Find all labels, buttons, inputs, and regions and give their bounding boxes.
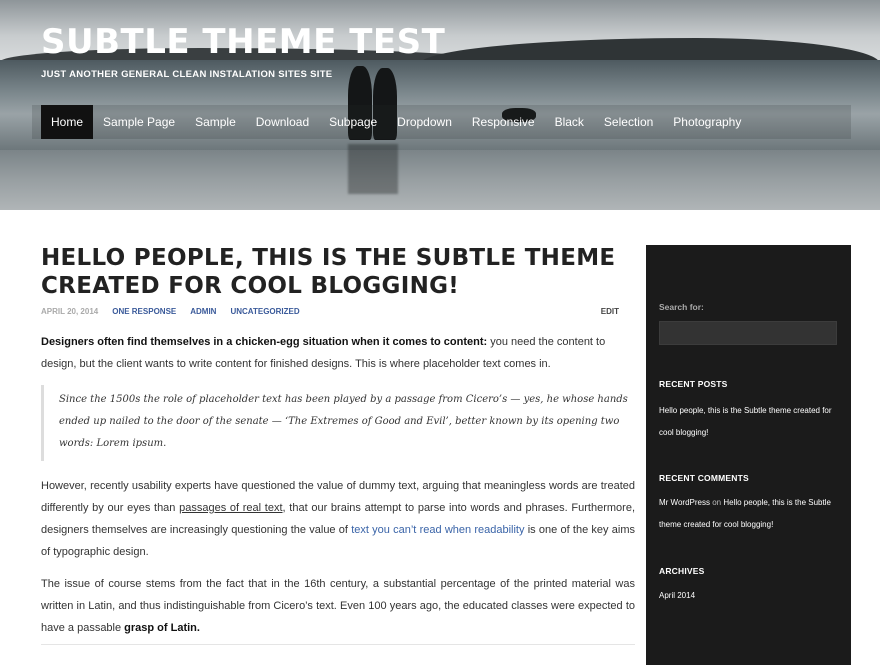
content-divider <box>41 644 635 645</box>
comment-on-text: on <box>709 498 724 507</box>
post-date[interactable]: APRIL 20, 2014 <box>41 307 98 316</box>
sidebar: Search for: RECENT POSTS Hello people, t… <box>646 245 851 665</box>
post-edit-link[interactable]: EDIT <box>601 307 619 316</box>
blockquote: Since the 1500s the role of placeholder … <box>41 385 635 461</box>
paragraph-1: Designers often find themselves in a chi… <box>41 331 635 375</box>
search-label: Search for: <box>659 302 704 312</box>
comment-author-link[interactable]: Mr WordPress <box>659 498 710 507</box>
nav-item-responsive[interactable]: Responsive <box>462 105 545 139</box>
recent-posts-heading: RECENT POSTS <box>659 379 728 389</box>
nav-item-home[interactable]: Home <box>41 105 94 139</box>
nav-item-download[interactable]: Download <box>246 105 319 139</box>
nav-item-subpage[interactable]: Subpage <box>319 105 387 139</box>
nav-item-photography[interactable]: Photography <box>663 105 751 139</box>
recent-comments-heading: RECENT COMMENTS <box>659 473 749 483</box>
search-input[interactable] <box>659 321 837 345</box>
main-navigation: Home Sample Page Sample Download Subpage… <box>32 105 851 139</box>
post-author-link[interactable]: ADMIN <box>190 307 216 316</box>
site-tagline: JUST ANOTHER GENERAL CLEAN INSTALATION S… <box>41 69 333 80</box>
recent-comment: Mr WordPress on Hello people, this is th… <box>659 492 838 536</box>
post-article: HELLO PEOPLE, THIS IS THE SUBTLE THEME C… <box>41 244 635 649</box>
post-meta: APRIL 20, 2014 ONE RESPONSE ADMIN UNCATE… <box>41 307 635 316</box>
post-responses-link[interactable]: ONE RESPONSE <box>112 307 176 316</box>
header-beach <box>0 150 880 210</box>
post-category-link[interactable]: UNCATEGORIZED <box>230 307 299 316</box>
archive-link[interactable]: April 2014 <box>659 585 838 607</box>
post-content: Designers often find themselves in a chi… <box>41 331 635 639</box>
archives-heading: ARCHIVES <box>659 566 705 576</box>
paragraph-2: However, recently usability experts have… <box>41 475 635 563</box>
passages-link[interactable]: passages of real text <box>179 502 282 514</box>
site-title[interactable]: SUBTLE THEME TEST <box>41 22 445 62</box>
silhouette-reflection <box>348 144 398 194</box>
nav-item-dropdown[interactable]: Dropdown <box>387 105 462 139</box>
paragraph-3: The issue of course stems from the fact … <box>41 573 635 639</box>
recent-post-link[interactable]: Hello people, this is the Subtle theme c… <box>659 400 838 444</box>
readability-link[interactable]: text you can’t read when readability <box>351 524 524 536</box>
paragraph-3-bold: grasp of Latin. <box>124 622 200 634</box>
nav-item-sample[interactable]: Sample <box>185 105 246 139</box>
nav-item-sample-page[interactable]: Sample Page <box>93 105 185 139</box>
nav-item-black[interactable]: Black <box>545 105 594 139</box>
paragraph-1-bold: Designers often find themselves in a chi… <box>41 336 488 348</box>
nav-item-selection[interactable]: Selection <box>594 105 663 139</box>
post-title[interactable]: HELLO PEOPLE, THIS IS THE SUBTLE THEME C… <box>41 244 635 300</box>
site-header: SUBTLE THEME TEST JUST ANOTHER GENERAL C… <box>0 0 880 210</box>
